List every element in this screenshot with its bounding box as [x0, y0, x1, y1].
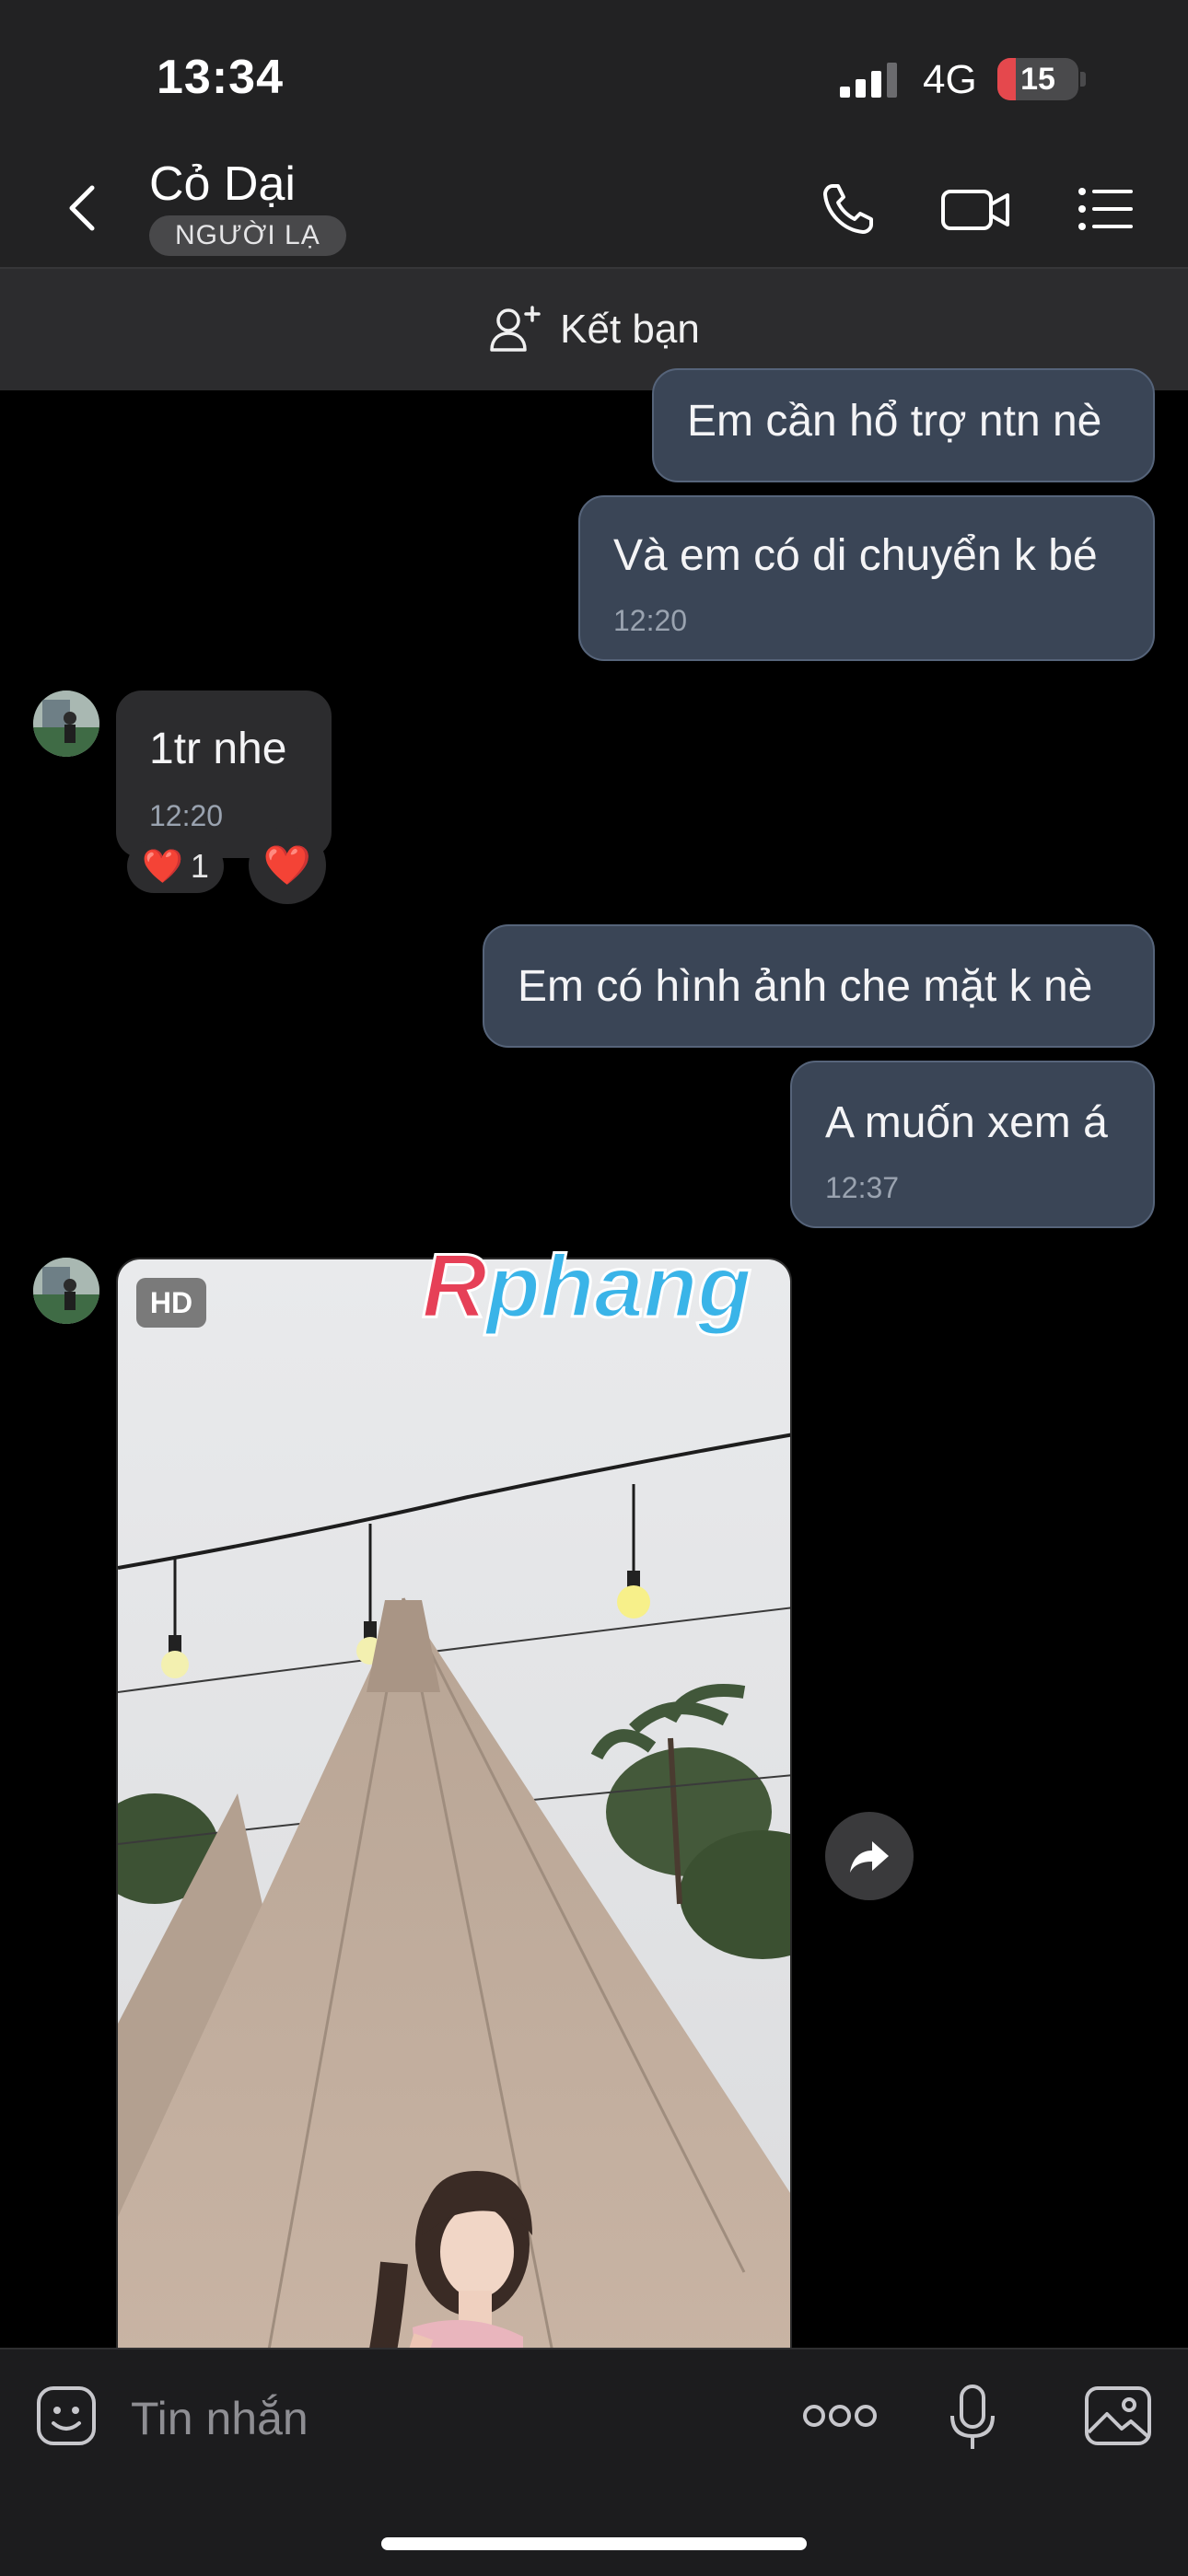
contact-avatar[interactable]: [33, 690, 99, 757]
message-text: Và em có di chuyển k bé: [613, 531, 1098, 580]
message-time: 12:37: [825, 1171, 900, 1204]
share-forward-button[interactable]: [825, 1812, 914, 1900]
svg-text:R: R: [422, 1235, 487, 1336]
contact-avatar[interactable]: [33, 1258, 99, 1324]
home-indicator[interactable]: [381, 2537, 807, 2550]
video-call-icon[interactable]: [938, 177, 1013, 241]
gallery-image-icon[interactable]: [1083, 2383, 1153, 2449]
add-friend-label: Kết bạn: [560, 307, 700, 352]
avatar-image: [33, 1258, 99, 1324]
forward-arrow-icon: [850, 1841, 889, 1873]
status-bar: 13:34 4G 15: [0, 0, 1188, 147]
message-bubble-outgoing[interactable]: Em có hình ảnh che mặt k nè: [483, 924, 1155, 1048]
react-heart-button[interactable]: ❤️: [249, 827, 326, 904]
message-text: Em cần hổ trợ ntn nè: [687, 397, 1102, 446]
message-bubble-outgoing[interactable]: Và em có di chuyển k bé 12:20: [578, 495, 1155, 661]
heart-icon: ❤️: [262, 842, 312, 887]
message-text: A muốn xem á: [825, 1098, 1108, 1147]
hd-badge: HD: [136, 1278, 206, 1328]
add-friend-icon: [490, 306, 541, 352]
more-options-icon[interactable]: [801, 2399, 879, 2432]
message-time: 12:20: [149, 799, 224, 832]
message-bubble-outgoing[interactable]: Em cần hổ trợ ntn nè: [652, 368, 1155, 482]
battery-icon: 15: [997, 58, 1078, 100]
menu-list-icon[interactable]: [1074, 177, 1138, 241]
battery-tip: [1080, 72, 1086, 87]
back-chevron-icon[interactable]: [55, 180, 111, 236]
status-time: 13:34: [157, 51, 284, 104]
stranger-badge: NGƯỜI LẠ: [149, 215, 346, 256]
message-text: Em có hình ảnh che mặt k nè: [518, 962, 1093, 1011]
chat-header: Cỏ Dại NGƯỜI LẠ: [0, 147, 1188, 269]
network-type: 4G: [923, 57, 977, 102]
message-time: 12:20: [613, 604, 688, 637]
sticker-icon[interactable]: [33, 2383, 99, 2449]
watermark-logo: R phang: [422, 1234, 752, 1338]
heart-reaction-icon: ❤️: [142, 847, 183, 885]
message-bubble-outgoing[interactable]: A muốn xem á 12:37: [790, 1061, 1155, 1228]
microphone-icon[interactable]: [945, 2383, 1000, 2453]
avatar-image: [33, 690, 99, 757]
message-text: 1tr nhe: [149, 725, 287, 773]
svg-text:phang: phang: [483, 1237, 751, 1336]
battery-percent: 15: [1020, 62, 1055, 97]
phone-icon[interactable]: [816, 177, 880, 241]
contact-name[interactable]: Cỏ Dại: [149, 157, 296, 212]
message-input[interactable]: Tin nhắn: [131, 2392, 309, 2445]
reaction-summary[interactable]: ❤️ 1: [127, 840, 224, 893]
reaction-count: 1: [190, 847, 209, 885]
signal-icon: [840, 63, 897, 98]
